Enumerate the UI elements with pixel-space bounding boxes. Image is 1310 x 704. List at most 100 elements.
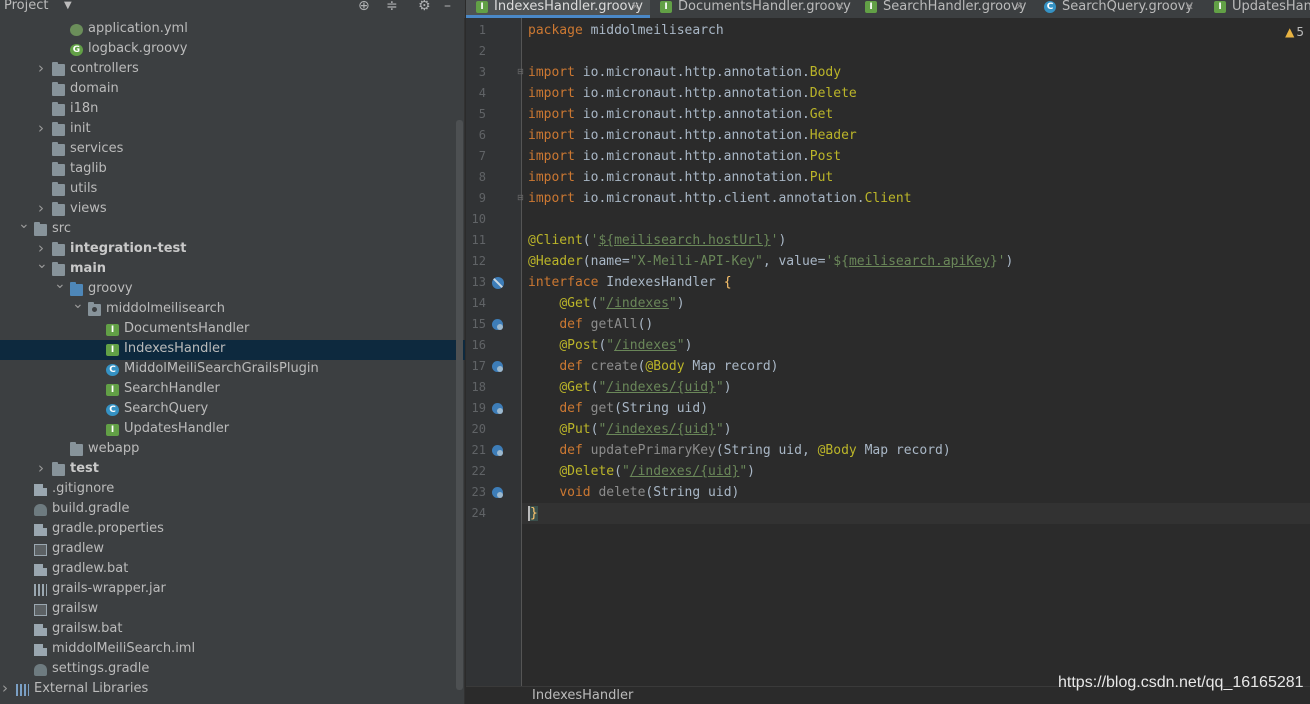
tree-item[interactable]: › integration-test [0, 239, 465, 260]
hide-icon[interactable]: – [444, 0, 451, 14]
project-scrollbar[interactable] [456, 120, 463, 690]
tree-item[interactable]: I SearchHandler [0, 380, 465, 400]
code-line[interactable]: import io.micronaut.http.annotation.Body [528, 62, 1310, 83]
tree-item[interactable]: ⌄ src [0, 216, 465, 240]
tree-item[interactable]: gradlew [0, 540, 465, 560]
chevron-down-icon[interactable]: ⌄ [18, 216, 30, 232]
tree-item[interactable]: grailsw [0, 600, 465, 620]
tree-item[interactable]: middolMeiliSearch.iml [0, 640, 465, 660]
implementation-marker-icon[interactable] [492, 403, 503, 414]
line-number: 7 [478, 149, 486, 163]
code-line[interactable]: @Client('${meilisearch.hostUrl}') [528, 230, 1310, 251]
tree-item[interactable]: C SearchQuery [0, 400, 465, 420]
chevron-right-icon[interactable]: › [36, 59, 46, 77]
interface-icon: I [106, 344, 119, 356]
editor-tab[interactable]: I UpdatesHand [1204, 0, 1310, 18]
code-token: Body [809, 65, 842, 80]
chevron-down-icon[interactable]: ⌄ [54, 276, 66, 292]
code-area[interactable]: package middolmeilisearch import io.micro… [522, 18, 1310, 686]
tree-item[interactable]: ⌄ main [0, 256, 465, 280]
tree-item[interactable]: taglib [0, 160, 465, 180]
inspection-widget[interactable]: ▲ 5 [1285, 25, 1304, 39]
tree-item[interactable]: › test [0, 459, 465, 480]
tree-item[interactable]: ⌄ groovy [0, 276, 465, 300]
tree-item[interactable]: .gitignore [0, 480, 465, 500]
chevron-down-icon[interactable]: ⌄ [72, 296, 84, 312]
tree-item[interactable]: domain [0, 80, 465, 100]
fold-icon[interactable]: ⊟ [517, 193, 524, 202]
tree-item[interactable]: webapp [0, 440, 465, 460]
code-line[interactable]: import io.micronaut.http.annotation.Get [528, 104, 1310, 125]
close-icon[interactable]: ✕ [631, 0, 640, 14]
tree-item[interactable]: grailsw.bat [0, 620, 465, 640]
tree-item[interactable]: I IndexesHandler [0, 340, 465, 360]
editor-tab[interactable]: I DocumentsHandler.groovy ✕ [650, 0, 855, 18]
editor-tab[interactable]: I IndexesHandler.groovy ✕ [466, 0, 650, 18]
breadcrumb-item[interactable]: IndexesHandler [532, 688, 633, 703]
close-icon[interactable]: ✕ [1185, 0, 1194, 14]
tree-item[interactable]: I UpdatesHandler [0, 420, 465, 440]
gear-icon[interactable]: ⚙ [418, 0, 431, 14]
code-line[interactable]: import io.micronaut.http.client.annotati… [528, 188, 1310, 209]
code-line[interactable]: def updatePrimaryKey(String uid, @Body M… [528, 440, 1310, 461]
editor-tab[interactable]: I SearchHandler.groovy ✕ [855, 0, 1034, 18]
code-line[interactable]: @Get("/indexes/{uid}") [528, 377, 1310, 398]
chevron-right-icon[interactable]: › [0, 679, 10, 697]
code-line[interactable]: def getAll() [528, 314, 1310, 335]
line-number: 16 [471, 338, 486, 352]
code-line[interactable]: @Put("/indexes/{uid}") [528, 419, 1310, 440]
tree-item[interactable]: i18n [0, 100, 465, 120]
chevron-right-icon[interactable]: › [36, 239, 46, 257]
code-line[interactable]: def get(String uid) [528, 398, 1310, 419]
code-line[interactable] [528, 41, 1310, 62]
tree-item[interactable]: › init [0, 119, 465, 140]
code-line[interactable]: package middolmeilisearch [528, 20, 1310, 41]
code-line[interactable]: def create(@Body Map record) [528, 356, 1310, 377]
close-icon[interactable]: ✕ [1015, 0, 1024, 14]
tree-item[interactable]: gradlew.bat [0, 560, 465, 580]
chevron-right-icon[interactable]: › [36, 459, 46, 477]
tree-item[interactable]: I DocumentsHandler [0, 320, 465, 340]
crosshair-icon[interactable]: ⊕ [358, 0, 370, 14]
code-line[interactable]: @Post("/indexes") [528, 335, 1310, 356]
tree-item[interactable]: Glogback.groovy [0, 40, 465, 60]
tree-item[interactable]: › views [0, 199, 465, 220]
tree-item[interactable]: application.yml [0, 20, 465, 40]
tree-item[interactable]: utils [0, 180, 465, 200]
tree-item[interactable]: gradle.properties [0, 520, 465, 540]
code-line[interactable]: @Get("/indexes") [528, 293, 1310, 314]
code-line[interactable]: import io.micronaut.http.annotation.Put [528, 167, 1310, 188]
implementation-marker-icon[interactable] [492, 445, 503, 456]
implementation-marker-icon[interactable] [492, 361, 503, 372]
code-line[interactable]: import io.micronaut.http.annotation.Dele… [528, 83, 1310, 104]
tree-item[interactable]: C MiddolMeiliSearchGrailsPlugin [0, 360, 465, 380]
implementation-marker-icon[interactable] [492, 319, 503, 330]
close-icon[interactable]: ✕ [836, 0, 845, 14]
tree-item[interactable]: settings.gradle [0, 660, 465, 680]
tree-item[interactable]: › External Libraries [0, 679, 465, 700]
fold-icon[interactable]: ⊟ [517, 67, 524, 76]
chevron-down-icon[interactable]: ▼ [64, 0, 72, 11]
code-token: /indexes/{uid} [606, 380, 716, 395]
tree-item[interactable]: ⌄ middolmeilisearch [0, 296, 465, 320]
code-line[interactable] [528, 209, 1310, 230]
code-line[interactable]: interface IndexesHandler { [528, 272, 1310, 293]
code-line[interactable]: } [522, 503, 1310, 524]
project-view-title[interactable]: Project [4, 0, 48, 13]
tree-item[interactable]: build.gradle [0, 500, 465, 520]
chevron-right-icon[interactable]: › [36, 199, 46, 217]
code-line[interactable]: @Header(name="X-Meili-API-Key", value='$… [528, 251, 1310, 272]
code-line[interactable]: import io.micronaut.http.annotation.Post [528, 146, 1310, 167]
chevron-down-icon[interactable]: ⌄ [36, 256, 48, 272]
code-line[interactable]: import io.micronaut.http.annotation.Head… [528, 125, 1310, 146]
chevron-right-icon[interactable]: › [36, 119, 46, 137]
tree-item[interactable]: services [0, 140, 465, 160]
code-line[interactable]: void delete(String uid) [528, 482, 1310, 503]
editor-tab[interactable]: C SearchQuery.groovy ✕ [1034, 0, 1204, 18]
code-line[interactable]: @Delete("/indexes/{uid}") [528, 461, 1310, 482]
tree-item[interactable]: grails-wrapper.jar [0, 580, 465, 600]
collapse-icon[interactable]: ≑ [386, 0, 398, 14]
no-implementation-icon[interactable] [492, 277, 504, 289]
tree-item[interactable]: › controllers [0, 59, 465, 80]
implementation-marker-icon[interactable] [492, 487, 503, 498]
